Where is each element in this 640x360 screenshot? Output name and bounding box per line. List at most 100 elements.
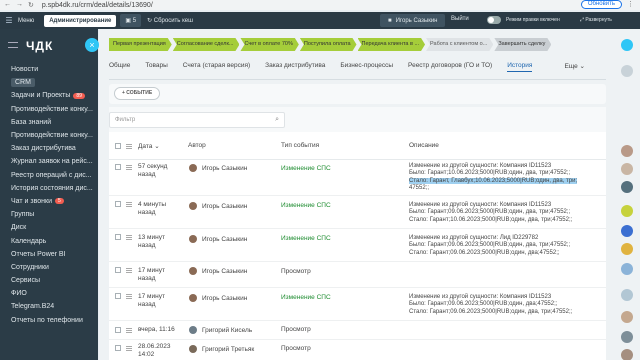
column-description[interactable]: Описание [409, 142, 439, 149]
reload-icon[interactable]: ↻ [28, 1, 34, 9]
table-row[interactable]: 28.06.2023 14:02 Григорий Третьяк Просмо… [109, 340, 606, 360]
avatar[interactable] [621, 331, 633, 343]
row-author[interactable]: Григорий Кисель [202, 327, 252, 334]
update-button[interactable]: Обновить [580, 0, 622, 9]
stage-item[interactable]: Согласование сделк... [173, 38, 240, 51]
stage-item[interactable]: Поступила оплата [300, 38, 357, 51]
avatar[interactable] [621, 311, 633, 323]
nav-item-telephony-reports[interactable]: Отчеты по телефонии [0, 314, 98, 327]
stage-item[interactable]: Передача клиента в ... [358, 38, 426, 51]
close-slider-icon[interactable]: × [85, 38, 99, 52]
tab-distributive-order[interactable]: Заказ дистрибутива [265, 62, 325, 71]
row-menu-icon[interactable] [126, 294, 132, 299]
table-row[interactable]: вчера, 11:16 Григорий Кисель Просмотр [109, 321, 606, 340]
tab-business-processes[interactable]: Бизнес-процессы [340, 62, 393, 71]
notifications-icon[interactable] [621, 39, 633, 51]
avatar[interactable] [621, 289, 633, 301]
nav-item-fio[interactable]: ФИО [0, 287, 98, 300]
avatar[interactable] [621, 205, 633, 217]
table-row[interactable]: 13 минут назад Игорь Сазыкин Изменение С… [109, 229, 606, 262]
row-checkbox[interactable] [115, 201, 121, 207]
table-row[interactable]: 17 минут назад Игорь Сазыкин Изменение С… [109, 288, 606, 321]
column-type[interactable]: Тип события [281, 142, 319, 149]
stage-item[interactable]: Счет в оплате 70% [240, 38, 298, 51]
avatar[interactable] [621, 263, 633, 275]
filter-input[interactable]: Фильтр ⌕ [109, 112, 285, 128]
column-date[interactable]: Дата ⌄ [138, 142, 160, 150]
row-menu-icon[interactable] [126, 165, 132, 170]
tab-more[interactable]: Еще ⌄ [565, 62, 586, 72]
table-row[interactable]: 4 минуты назад Игорь Сазыкин Изменение С… [109, 196, 606, 229]
nav-item-disk[interactable]: Диск [0, 221, 98, 234]
avatar[interactable] [621, 163, 633, 175]
avatar[interactable] [621, 181, 633, 193]
reset-cache-button[interactable]: ↻ Сбросить кеш [147, 17, 193, 24]
menu-label[interactable]: Меню [18, 18, 34, 24]
column-settings-icon[interactable] [126, 144, 132, 149]
nav-item-trip-log[interactable]: Журнал заявок на рейс... [0, 155, 98, 168]
tab-contracts-registry[interactable]: Реестр договоров (ГО и ТО) [408, 62, 492, 71]
logout-button[interactable]: Выйти [451, 16, 469, 22]
back-icon[interactable]: ← [4, 1, 11, 9]
avatar[interactable] [621, 225, 633, 237]
nav-item-chats[interactable]: Чат и звонки 5 [0, 195, 98, 208]
table-row[interactable]: 17 минут назад Игорь Сазыкин Просмотр [109, 262, 606, 288]
nav-item-knowledge-base[interactable]: База знаний [0, 116, 98, 129]
row-checkbox[interactable] [115, 327, 121, 333]
unfold-button[interactable]: ⤢ Развернуть [580, 17, 612, 23]
column-author[interactable]: Автор [188, 142, 206, 149]
row-checkbox[interactable] [115, 164, 121, 170]
nav-item-competition-1[interactable]: Противодействие конку... [0, 103, 98, 116]
row-menu-icon[interactable] [126, 235, 132, 240]
sidebar-toggle-icon[interactable] [8, 42, 18, 48]
tab-products[interactable]: Товары [145, 62, 167, 71]
row-checkbox[interactable] [115, 267, 121, 273]
row-author[interactable]: Игорь Сазыкин [202, 236, 247, 243]
nav-item-groups[interactable]: Группы [0, 208, 98, 221]
avatar[interactable] [621, 145, 633, 157]
nav-item-telegram[interactable]: Telegram.B24 [0, 300, 98, 313]
stage-item[interactable]: Первая презентация [109, 38, 172, 51]
search-icon[interactable] [621, 65, 633, 77]
address-bar[interactable]: p.spb4dk.ru/crm/deal/details/13690/ [42, 2, 153, 9]
tab-old-invoices[interactable]: Счета (старая версия) [183, 62, 250, 71]
row-menu-icon[interactable] [126, 328, 132, 333]
menu-icon[interactable]: ☰ [0, 16, 18, 25]
nav-item-services[interactable]: Сервисы [0, 274, 98, 287]
search-icon[interactable]: ⌕ [275, 116, 279, 124]
nav-item-power-bi[interactable]: Отчеты Power BI [0, 248, 98, 261]
row-menu-icon[interactable] [126, 202, 132, 207]
nav-item-crm[interactable]: CRM [0, 76, 98, 89]
avatar[interactable] [621, 243, 633, 255]
forward-icon[interactable]: → [16, 1, 23, 9]
nav-item-news[interactable]: Новости [0, 63, 98, 76]
row-menu-icon[interactable] [126, 268, 132, 273]
nav-item-employees[interactable]: Сотрудники [0, 261, 98, 274]
row-menu-icon[interactable] [126, 346, 132, 351]
row-author[interactable]: Игорь Сазыкин [202, 268, 247, 275]
nav-item-competition-2[interactable]: Противодействие конку... [0, 129, 98, 142]
add-event-button[interactable]: + СОБЫТИЕ [114, 87, 161, 100]
browser-menu-icon[interactable]: ⋮ [627, 0, 634, 8]
tab-history[interactable]: История [507, 62, 533, 72]
row-author[interactable]: Григорий Третьяк [202, 346, 254, 353]
table-row[interactable]: 57 секунд назад Игорь Сазыкин Изменение … [109, 160, 606, 196]
nav-item-calendar[interactable]: Календарь [0, 234, 98, 247]
row-checkbox[interactable] [115, 234, 121, 240]
avatar[interactable] [621, 349, 633, 360]
nav-item-operations-registry[interactable]: Реестр операций с дис... [0, 169, 98, 182]
stage-final[interactable]: Завершить сделку [494, 38, 551, 51]
user-button[interactable]: ■ Игорь Сазыкин [380, 14, 446, 27]
row-author[interactable]: Игорь Сазыкин [202, 295, 247, 302]
select-all-checkbox[interactable] [115, 143, 121, 149]
edit-mode-toggle[interactable] [487, 16, 501, 24]
row-author[interactable]: Игорь Сазыкин [202, 165, 247, 172]
nav-item-distributive-order[interactable]: Заказ дистрибутива [0, 142, 98, 155]
admin-button[interactable]: Администрирование [44, 14, 117, 27]
chat-button[interactable]: ▣ 5 [120, 14, 142, 27]
nav-item-state-history[interactable]: История состояния дис... [0, 182, 98, 195]
stage-item[interactable]: Работа с клиентом о... [426, 38, 493, 51]
row-author[interactable]: Игорь Сазыкин [202, 203, 247, 210]
row-checkbox[interactable] [115, 293, 121, 299]
tab-general[interactable]: Общие [109, 62, 130, 71]
